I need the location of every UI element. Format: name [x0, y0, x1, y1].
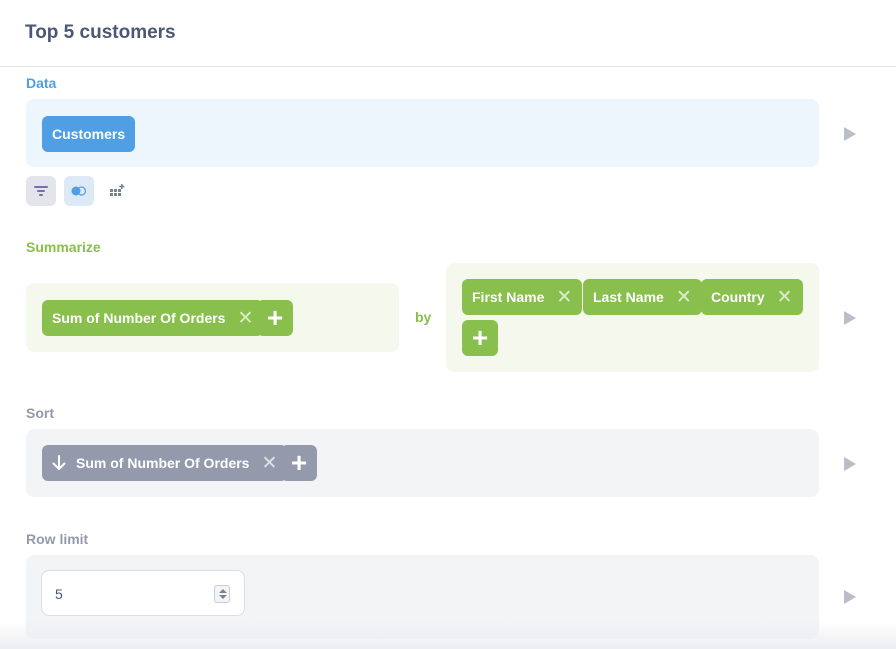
close-icon[interactable]: ✕ [261, 454, 277, 473]
preview-limit-button[interactable] [844, 590, 856, 604]
add-sort-button[interactable]: + [281, 445, 317, 481]
plus-icon: + [471, 322, 489, 353]
summarize-section-label: Summarize [26, 239, 101, 255]
plus-icon: + [290, 447, 308, 478]
close-icon[interactable]: ✕ [676, 288, 692, 307]
data-panel: Customers [26, 99, 819, 167]
limit-section-label: Row limit [26, 531, 89, 547]
metrics-panel: Sum of Number Of Orders ✕ + [26, 283, 399, 352]
chevron-down-icon[interactable] [219, 595, 227, 599]
custom-column-icon [110, 184, 125, 196]
filter-button[interactable] [26, 176, 56, 206]
add-metric-button[interactable]: + [257, 300, 293, 336]
row-limit-value: 5 [55, 586, 63, 602]
preview-summarize-button[interactable] [844, 311, 856, 325]
breakout-pill-label: First Name [472, 289, 545, 305]
preview-sort-button[interactable] [844, 457, 856, 471]
by-label: by [415, 309, 432, 325]
row-limit-input[interactable]: 5 [41, 570, 245, 616]
number-stepper[interactable] [214, 585, 230, 603]
arrow-down-icon [52, 455, 66, 470]
plus-icon: + [266, 302, 284, 333]
breakout-pill-last-name[interactable]: Last Name ✕ [583, 279, 702, 315]
data-section-label: Data [26, 75, 57, 91]
sort-pill[interactable]: Sum of Number Of Orders ✕ [42, 445, 288, 481]
join-icon [71, 186, 87, 196]
metric-pill-label: Sum of Number Of Orders [52, 310, 226, 326]
page-title: Top 5 customers [25, 22, 176, 43]
sort-section-label: Sort [26, 405, 54, 421]
data-source-pill[interactable]: Customers [42, 116, 136, 152]
custom-column-button[interactable] [102, 176, 132, 206]
breakout-pill-first-name[interactable]: First Name ✕ [462, 279, 583, 315]
metric-pill[interactable]: Sum of Number Of Orders ✕ [42, 300, 264, 336]
breakout-pill-country[interactable]: Country ✕ [701, 279, 803, 315]
preview-data-button[interactable] [844, 127, 856, 141]
add-breakout-button[interactable]: + [462, 320, 498, 356]
close-icon[interactable]: ✕ [777, 288, 793, 307]
breakouts-panel: First Name ✕ Last Name ✕ Country ✕ + [446, 263, 819, 372]
sort-pill-label: Sum of Number Of Orders [76, 455, 250, 471]
breakout-pill-label: Country [711, 289, 765, 305]
filter-icon [34, 186, 48, 196]
data-source-label: Customers [52, 126, 126, 142]
join-button[interactable] [64, 176, 94, 206]
close-icon[interactable]: ✕ [556, 288, 572, 307]
close-icon[interactable]: ✕ [237, 309, 253, 328]
chevron-up-icon[interactable] [219, 589, 227, 593]
breakout-pill-label: Last Name [593, 289, 664, 305]
query-header: Top 5 customers [0, 0, 896, 67]
sort-panel: Sum of Number Of Orders ✕ + [26, 429, 819, 497]
